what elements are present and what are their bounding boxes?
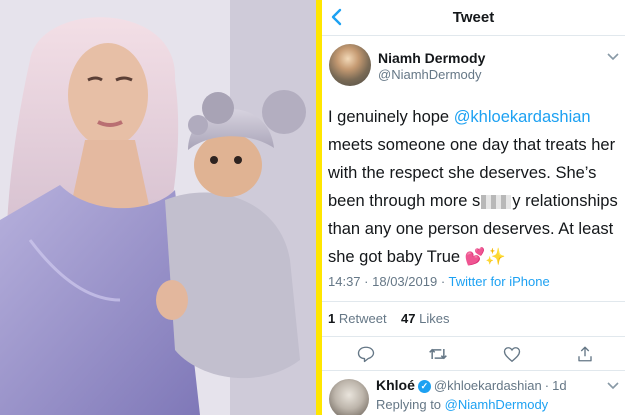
- divider-line: [322, 301, 625, 302]
- tweet-date: 18/03/2019: [372, 274, 438, 289]
- replying-to-mention[interactable]: @NiamhDermody: [445, 397, 549, 412]
- tweet-text-start: I genuinely hope: [328, 108, 454, 126]
- mother-and-baby-photo: [0, 0, 316, 415]
- likes-count[interactable]: 47: [401, 311, 415, 326]
- nav-bar: Tweet: [322, 0, 625, 36]
- chevron-down-icon[interactable]: [607, 50, 619, 64]
- retweets-count[interactable]: 1: [328, 311, 335, 326]
- censor-blur: [481, 194, 512, 209]
- page-title: Tweet: [452, 9, 495, 26]
- share-icon[interactable]: [573, 342, 597, 366]
- tweet-time: 14:37: [328, 274, 361, 289]
- retweet-icon[interactable]: [426, 342, 450, 366]
- meta-dot: ·: [440, 274, 449, 289]
- meta-dot: ·: [364, 274, 373, 289]
- likes-label[interactable]: Likes: [419, 311, 449, 326]
- author-name[interactable]: Niamh Dermody: [378, 50, 485, 66]
- tweet-author: Niamh Dermody @NiamhDermody: [322, 36, 625, 92]
- retweets-label[interactable]: Retweet: [339, 311, 387, 326]
- replying-to: Replying to @NiamhDermody: [376, 397, 548, 412]
- tweet-actions: [322, 342, 625, 366]
- tweet-stats: 1 Retweet 47 Likes: [328, 311, 449, 326]
- avatar[interactable]: [329, 379, 369, 415]
- author-handle[interactable]: @NiamhDermody: [378, 67, 482, 82]
- tweet-source-link[interactable]: Twitter for iPhone: [449, 274, 550, 289]
- mention-link[interactable]: @khloekardashian: [454, 108, 591, 126]
- tweet-panel: Tweet Niamh Dermody @NiamhDermody I genu…: [322, 0, 625, 415]
- emoji-hearts-sparkles: 💕✨: [464, 248, 506, 266]
- replying-label: Replying to: [376, 397, 442, 412]
- meta-dot: ·: [544, 378, 550, 393]
- chevron-down-icon[interactable]: [607, 379, 619, 393]
- reply-tweet[interactable]: Khloé ✓ @khloekardashian · 1d Replying to @N…: [322, 371, 625, 415]
- reply-age: 1d: [552, 378, 567, 393]
- tweet-text: I genuinely hope @khloekardashian meets …: [328, 103, 620, 271]
- divider-line: [322, 336, 625, 337]
- reply-author-handle[interactable]: @khloekardashian: [434, 378, 542, 393]
- photo-panel: [0, 0, 316, 415]
- avatar[interactable]: [329, 44, 371, 86]
- verified-badge-icon: ✓: [417, 380, 431, 393]
- reply-icon[interactable]: [354, 342, 378, 366]
- like-heart-icon[interactable]: [500, 342, 524, 366]
- reply-author: Khloé ✓ @khloekardashian · 1d: [376, 377, 567, 393]
- tweet-meta: 14:37 · 18/03/2019 · Twitter for iPhone: [328, 274, 550, 289]
- reply-author-name[interactable]: Khloé: [376, 377, 415, 393]
